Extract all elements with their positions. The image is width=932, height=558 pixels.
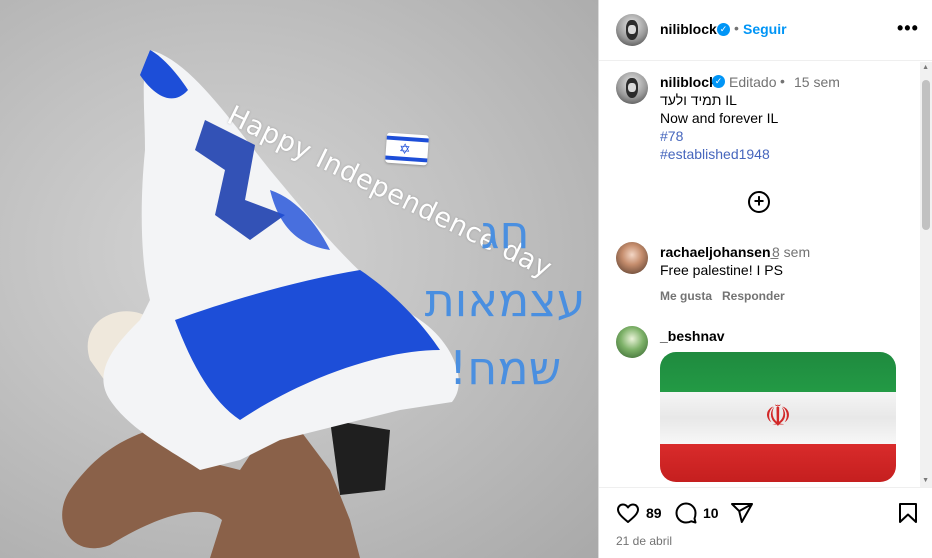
comment-text: Free palestine! I PS bbox=[660, 262, 783, 278]
comment-reply-button[interactable]: Responder bbox=[722, 289, 785, 303]
flag-emblem-icon: ☫ bbox=[764, 400, 792, 433]
scroll-down-arrow-icon[interactable]: ▼ bbox=[922, 477, 929, 484]
author-avatar[interactable] bbox=[616, 14, 648, 46]
post-date[interactable]: 21 de abril bbox=[616, 534, 672, 548]
follow-button[interactable]: Seguir bbox=[743, 21, 787, 37]
commenter-username[interactable]: rachaeljohansen_ bbox=[660, 244, 778, 260]
post-header: niliblock ✓ • Seguir ••• bbox=[599, 0, 932, 61]
caption-timestamp[interactable]: 15 sem bbox=[794, 74, 840, 90]
comment-image-iran-flag[interactable]: ☫ bbox=[660, 352, 896, 482]
caption-line-english: Now and forever IL bbox=[660, 110, 779, 126]
commenter-avatar-2[interactable] bbox=[616, 326, 648, 358]
flag-emoji-star-icon: ✡ bbox=[398, 140, 412, 158]
comment-timestamp[interactable]: 8 sem bbox=[772, 244, 810, 260]
comment-count[interactable]: 10 bbox=[703, 505, 719, 521]
edited-label: Editado bbox=[729, 74, 777, 90]
overlay-hebrew-text: חג עצמאות שמח! bbox=[420, 198, 590, 402]
load-more-comments-plus-icon[interactable]: + bbox=[748, 191, 770, 213]
more-options-icon[interactable]: ••• bbox=[897, 18, 919, 39]
hebrew-line-3: שמח! bbox=[448, 341, 562, 395]
comment-icon[interactable] bbox=[674, 501, 698, 525]
post-actions-bar: 89 10 21 de abril bbox=[599, 487, 932, 558]
share-icon[interactable] bbox=[730, 501, 754, 525]
like-count[interactable]: 89 bbox=[646, 505, 662, 521]
commenter-username-2[interactable]: _beshnav bbox=[660, 328, 725, 344]
scrollbar-thumb[interactable] bbox=[922, 80, 930, 230]
heart-icon[interactable] bbox=[616, 501, 640, 525]
hashtag-established1948[interactable]: #established1948 bbox=[660, 146, 770, 162]
scroll-up-arrow-icon[interactable]: ▲ bbox=[922, 64, 929, 71]
verified-badge-icon: ✓ bbox=[717, 23, 730, 36]
hebrew-line-2: עצמאות bbox=[424, 273, 586, 327]
flag-green-band bbox=[660, 352, 896, 392]
israel-flag-emoji-icon: ✡ bbox=[385, 132, 429, 166]
caption-author-avatar[interactable] bbox=[616, 72, 648, 104]
author-username[interactable]: niliblock bbox=[660, 21, 717, 37]
caption-separator: • bbox=[780, 73, 785, 89]
hashtag-78[interactable]: #78 bbox=[660, 128, 683, 144]
comment-like-button[interactable]: Me gusta bbox=[660, 289, 712, 303]
commenter-avatar[interactable] bbox=[616, 242, 648, 274]
flag-red-band bbox=[660, 444, 896, 482]
hebrew-line-1: חג bbox=[480, 205, 530, 259]
bookmark-icon[interactable] bbox=[896, 501, 920, 525]
flag-drape bbox=[103, 50, 459, 470]
caption-username[interactable]: niliblock bbox=[660, 74, 717, 90]
post-side-panel: niliblock ✓ • Seguir ••• ▲ ▼ niliblock ✓… bbox=[598, 0, 932, 558]
caption-line-hebrew: תמיד ולעד IL bbox=[660, 92, 737, 108]
flag-emoji-stripe-bottom bbox=[385, 155, 428, 163]
post-photo[interactable]: Happy Independence day ✡ חג עצמאות שמח! bbox=[0, 0, 598, 558]
caption-verified-badge-icon: ✓ bbox=[712, 75, 725, 88]
top-garment bbox=[330, 420, 390, 495]
header-separator: • bbox=[734, 20, 739, 36]
